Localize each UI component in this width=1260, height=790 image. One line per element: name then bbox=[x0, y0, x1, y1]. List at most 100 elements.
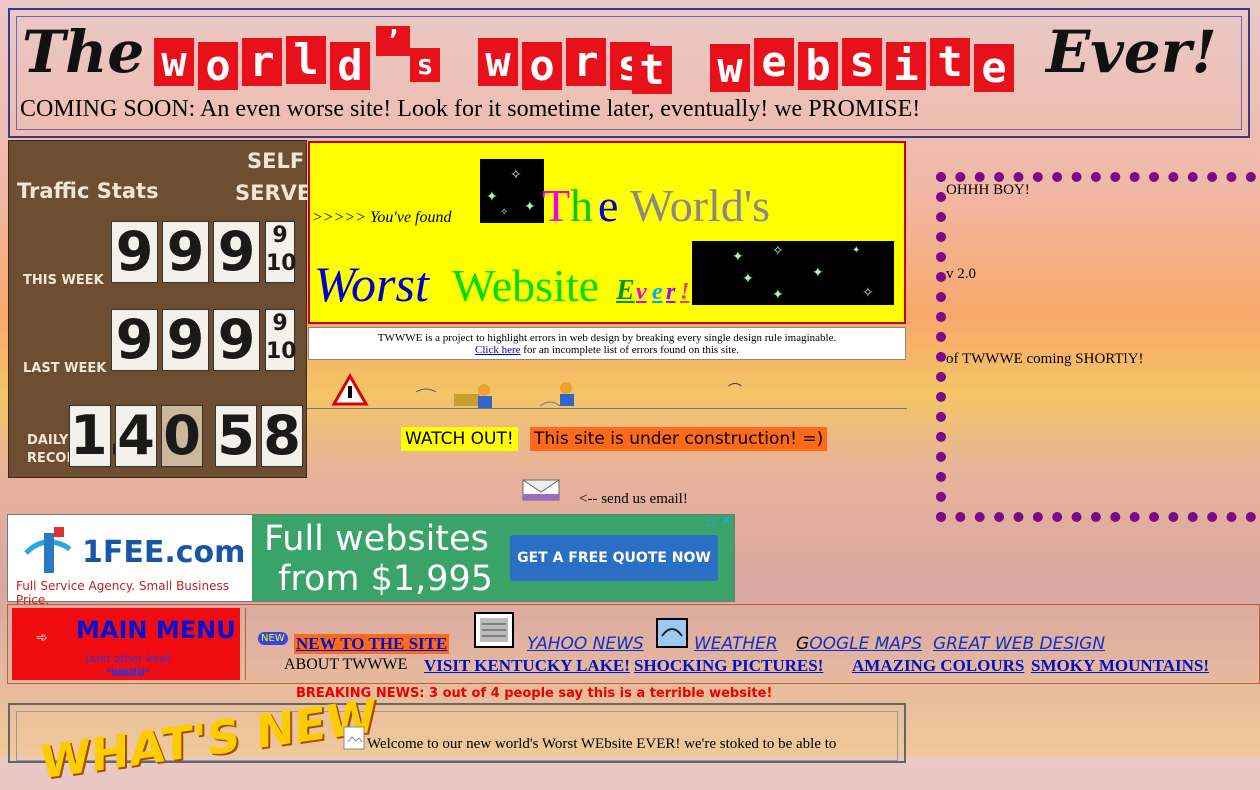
stat-digit: 9 bbox=[111, 309, 158, 371]
arrow-icon: ➾ bbox=[36, 631, 48, 646]
menu-link-google-maps[interactable]: GOOGLE MAPS bbox=[796, 634, 922, 654]
ad-headline-2: from $1,995 bbox=[278, 559, 494, 599]
menu-link-kentucky-lake[interactable]: VISIT KENTUCKY LAKE! bbox=[424, 656, 630, 676]
fraction-top: 9 bbox=[272, 223, 288, 248]
stat-digit: 5 bbox=[215, 405, 257, 467]
new-badge-icon: NEW bbox=[258, 632, 288, 645]
banner-ever-letter: ! bbox=[680, 279, 690, 305]
banner-worlds: World's bbox=[630, 180, 771, 231]
menu-divider bbox=[245, 608, 246, 680]
banner-ever-letter: v bbox=[636, 279, 647, 305]
menu-link-shocking-pictures[interactable]: SHOCKING PICTURES! bbox=[634, 656, 823, 676]
menu-about-twwwe[interactable]: ABOUT TWWWE bbox=[284, 656, 407, 674]
title-letter: s bbox=[842, 38, 882, 86]
title-letter: w bbox=[710, 44, 750, 92]
menu-link-great-web-design[interactable]: GREAT WEB DESIGN bbox=[933, 634, 1105, 654]
coming-soon-text: COMING SOON: An even worse site! Look fo… bbox=[20, 96, 921, 122]
title-letter: l bbox=[286, 36, 326, 84]
title-letter: e bbox=[598, 180, 619, 231]
ad-banner[interactable]: 1FEE.com Full Service Agency. Small Busi… bbox=[7, 514, 735, 607]
fraction-top: 9 bbox=[272, 311, 288, 336]
menu-link-weather[interactable]: WEATHER bbox=[694, 634, 778, 654]
title-apostrophe: ’ bbox=[376, 26, 410, 56]
google-maps-rest: OOGLE MAPS bbox=[809, 634, 923, 654]
sparkle-box-large: ✦ ✧ ✦ ✦ ✦ ✧ ✦ bbox=[692, 241, 894, 305]
title-letter: b bbox=[798, 42, 838, 90]
stat-fraction: 9 10 bbox=[265, 221, 297, 283]
side-line-2: v 2.0 bbox=[946, 266, 976, 282]
stats-serve: SERVE bbox=[235, 181, 312, 205]
title-letter: t bbox=[632, 46, 672, 94]
stat-fraction: 9 10 bbox=[265, 309, 297, 371]
menu-link-smoky-mountains[interactable]: SMOKY MOUNTAINS! bbox=[1031, 656, 1209, 676]
title-the: The bbox=[22, 18, 145, 86]
stat-digit: 9 bbox=[111, 221, 158, 283]
ad-close-icon[interactable]: ✕ bbox=[720, 514, 731, 529]
bird-icon: ⌒ bbox=[728, 384, 742, 399]
title-letter: e bbox=[974, 44, 1014, 92]
ad-tagline: Full Service Agency. Small Business Pric… bbox=[16, 579, 229, 607]
errors-link[interactable]: Click here bbox=[475, 344, 521, 356]
stats-title: Traffic Stats bbox=[17, 179, 159, 203]
description-link-line: Click here for an incomplete list of err… bbox=[309, 344, 905, 356]
project-description: TWWWE is a project to highlight errors i… bbox=[308, 327, 906, 360]
ad-headline-1: Full websites bbox=[264, 519, 489, 559]
google-g: G bbox=[796, 634, 810, 654]
stat-digit: 9 bbox=[213, 309, 260, 371]
email-envelope-icon[interactable] bbox=[522, 472, 560, 502]
title-letter: e bbox=[754, 38, 794, 86]
title-letter: r bbox=[242, 38, 282, 86]
main-menu-smile: *smile* bbox=[105, 666, 151, 679]
menu-link-amazing-colours[interactable]: AMAZING COLOURS bbox=[852, 656, 1024, 676]
menu-link-new-to-site[interactable]: NEW TO THE SITE bbox=[294, 634, 450, 654]
description-link-rest: for an incomplete list of errors found o… bbox=[520, 344, 739, 356]
stat-digit: 9 bbox=[162, 221, 209, 283]
daily-label: DAILY bbox=[27, 433, 69, 448]
ad-cta-button[interactable]: GET A FREE QUOTE NOW bbox=[510, 535, 718, 581]
stat-digit: 9 bbox=[213, 221, 260, 283]
newspaper-icon[interactable] bbox=[474, 612, 514, 648]
title-letter: h bbox=[570, 180, 593, 231]
title-letter: w bbox=[154, 38, 194, 86]
ad-headline: Full websites from $1,995 bbox=[264, 519, 493, 599]
title-letter: w bbox=[478, 38, 518, 86]
banner-worst: Worst bbox=[314, 256, 429, 312]
stat-digit: 4 bbox=[115, 405, 157, 467]
found-text: >>>>> You've found bbox=[312, 209, 452, 226]
ad-brand: 1FEE.com bbox=[82, 535, 246, 570]
title-letter: T bbox=[542, 180, 571, 231]
fraction-bottom: 10 bbox=[266, 251, 297, 276]
weather-icon[interactable] bbox=[656, 618, 688, 648]
main-menu-box: ➾ MAIN MENU (and other kewl links!) *smi… bbox=[12, 608, 240, 680]
send-email-text: <-- send us email! bbox=[579, 491, 688, 507]
side-line-1: OHHH BOY! bbox=[946, 182, 1030, 198]
description-text: TWWWE is a project to highlight errors i… bbox=[377, 332, 837, 344]
side-line-3: of TWWWE coming SHORTlY! bbox=[946, 351, 1144, 367]
last-week-label: LAST WEEK bbox=[23, 361, 107, 376]
title-letter: r bbox=[566, 38, 606, 86]
stat-digit: 8 bbox=[261, 405, 303, 467]
banner-ever-letter: E bbox=[616, 275, 635, 306]
title-letter: o bbox=[198, 42, 238, 90]
welcome-banner: >>>>> You've found ✦ ✧ ✦ ✧ T h e World's Wo… bbox=[308, 141, 906, 324]
main-menu-title: MAIN MENU bbox=[76, 616, 236, 644]
ad-info-icon[interactable]: ▷ bbox=[707, 515, 716, 529]
construction-workers-icon bbox=[331, 372, 574, 408]
broken-image-icon bbox=[343, 726, 365, 750]
coming-v2-box bbox=[936, 172, 1256, 522]
title-letter: o bbox=[522, 42, 562, 90]
title-letter: s bbox=[410, 48, 440, 82]
watch-out-label: WATCH OUT! bbox=[401, 427, 518, 451]
ad-logo-icon bbox=[24, 527, 72, 573]
title-letter: d bbox=[330, 42, 370, 90]
title-letter: t bbox=[930, 38, 970, 86]
stat-digit: 0 bbox=[161, 405, 203, 467]
this-week-label: THIS WEEK bbox=[23, 273, 104, 288]
title-ever: Ever! bbox=[1046, 18, 1217, 86]
fraction-bottom: 10 bbox=[266, 339, 297, 364]
stat-digit: 9 bbox=[162, 309, 209, 371]
title-letter: i bbox=[886, 42, 926, 90]
banner-website: Website bbox=[452, 260, 600, 311]
banner-ever-letter: r bbox=[666, 279, 676, 305]
menu-link-yahoo-news[interactable]: YAHOO NEWS bbox=[527, 634, 644, 654]
